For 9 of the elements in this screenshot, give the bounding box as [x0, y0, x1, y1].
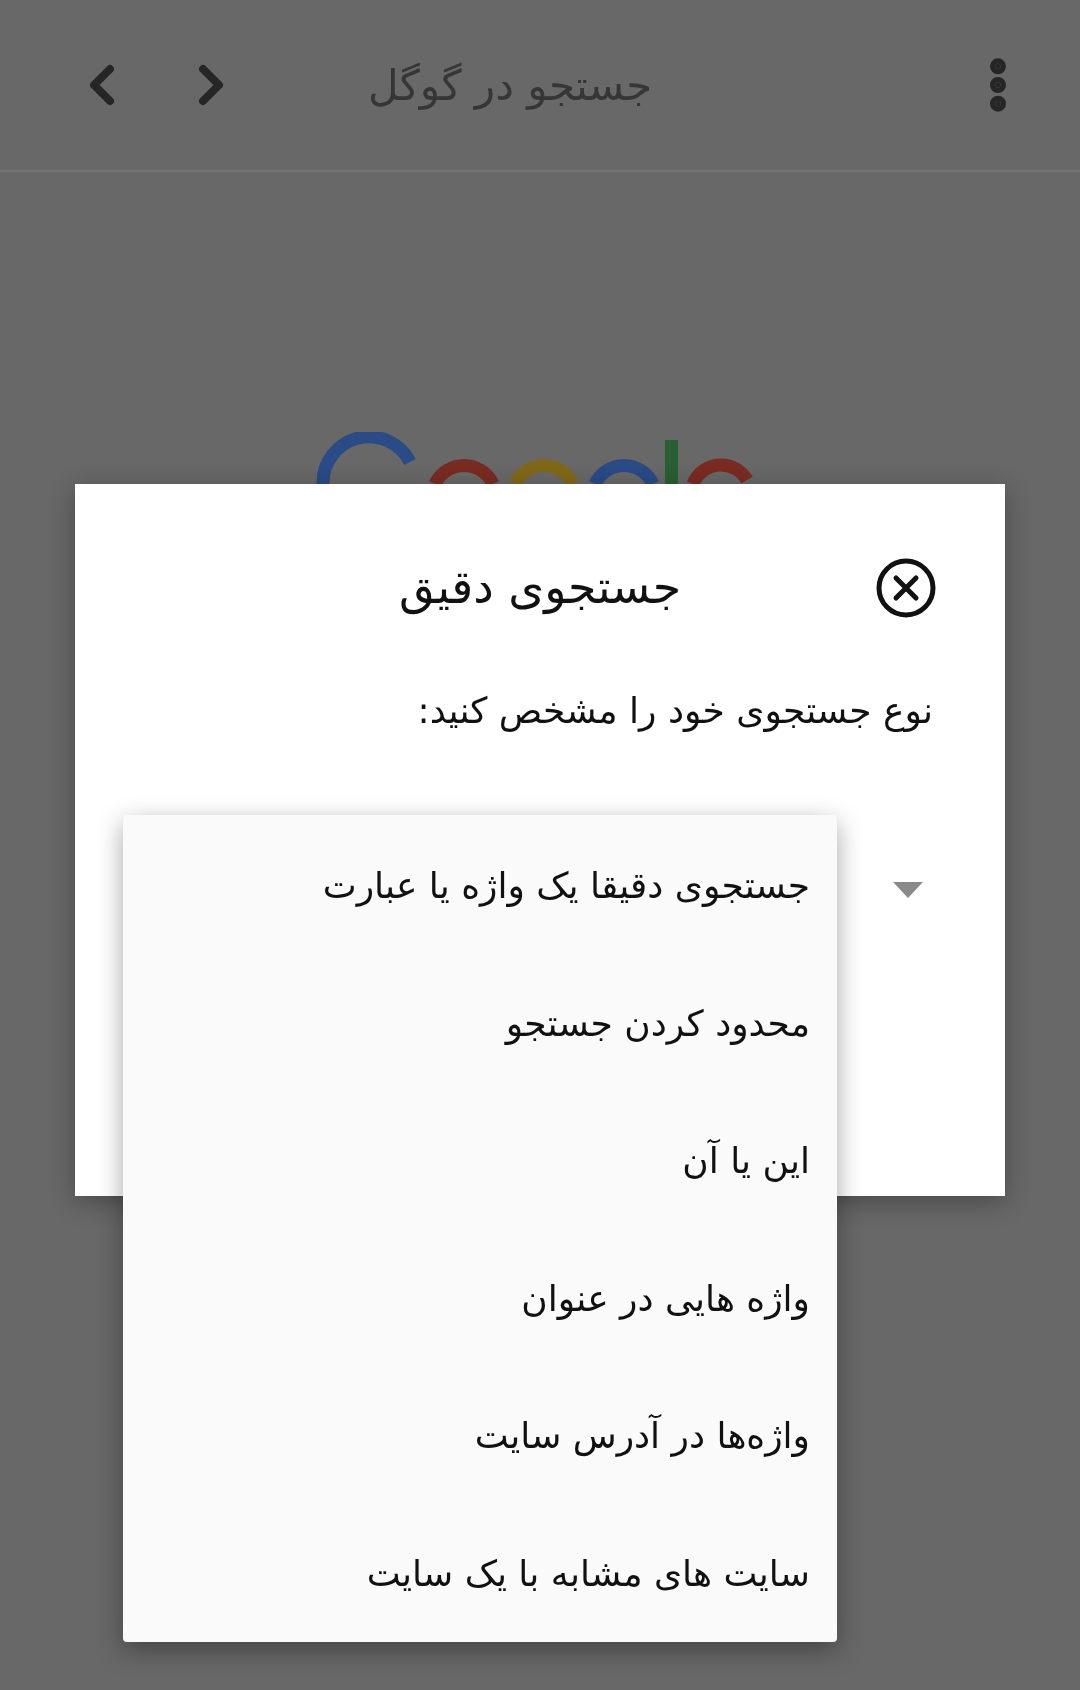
menu-option[interactable]: محدود کردن جستجو: [505, 1002, 810, 1044]
dialog-title: جستجوی دقیق: [398, 560, 682, 614]
menu-option[interactable]: واژه هایی در عنوان: [521, 1277, 810, 1319]
menu-option[interactable]: سایت های مشابه با یک سایت: [366, 1552, 810, 1594]
close-button[interactable]: [875, 557, 937, 619]
menu-option[interactable]: واژه‌ها در آدرس سایت: [474, 1415, 810, 1457]
menu-option[interactable]: جستجوی دقیقا یک واژه یا عبارت: [322, 865, 810, 907]
menu-option[interactable]: این یا آن: [682, 1140, 810, 1182]
prompt-text: نوع جستجوی خود را مشخص کنید:: [417, 690, 933, 731]
